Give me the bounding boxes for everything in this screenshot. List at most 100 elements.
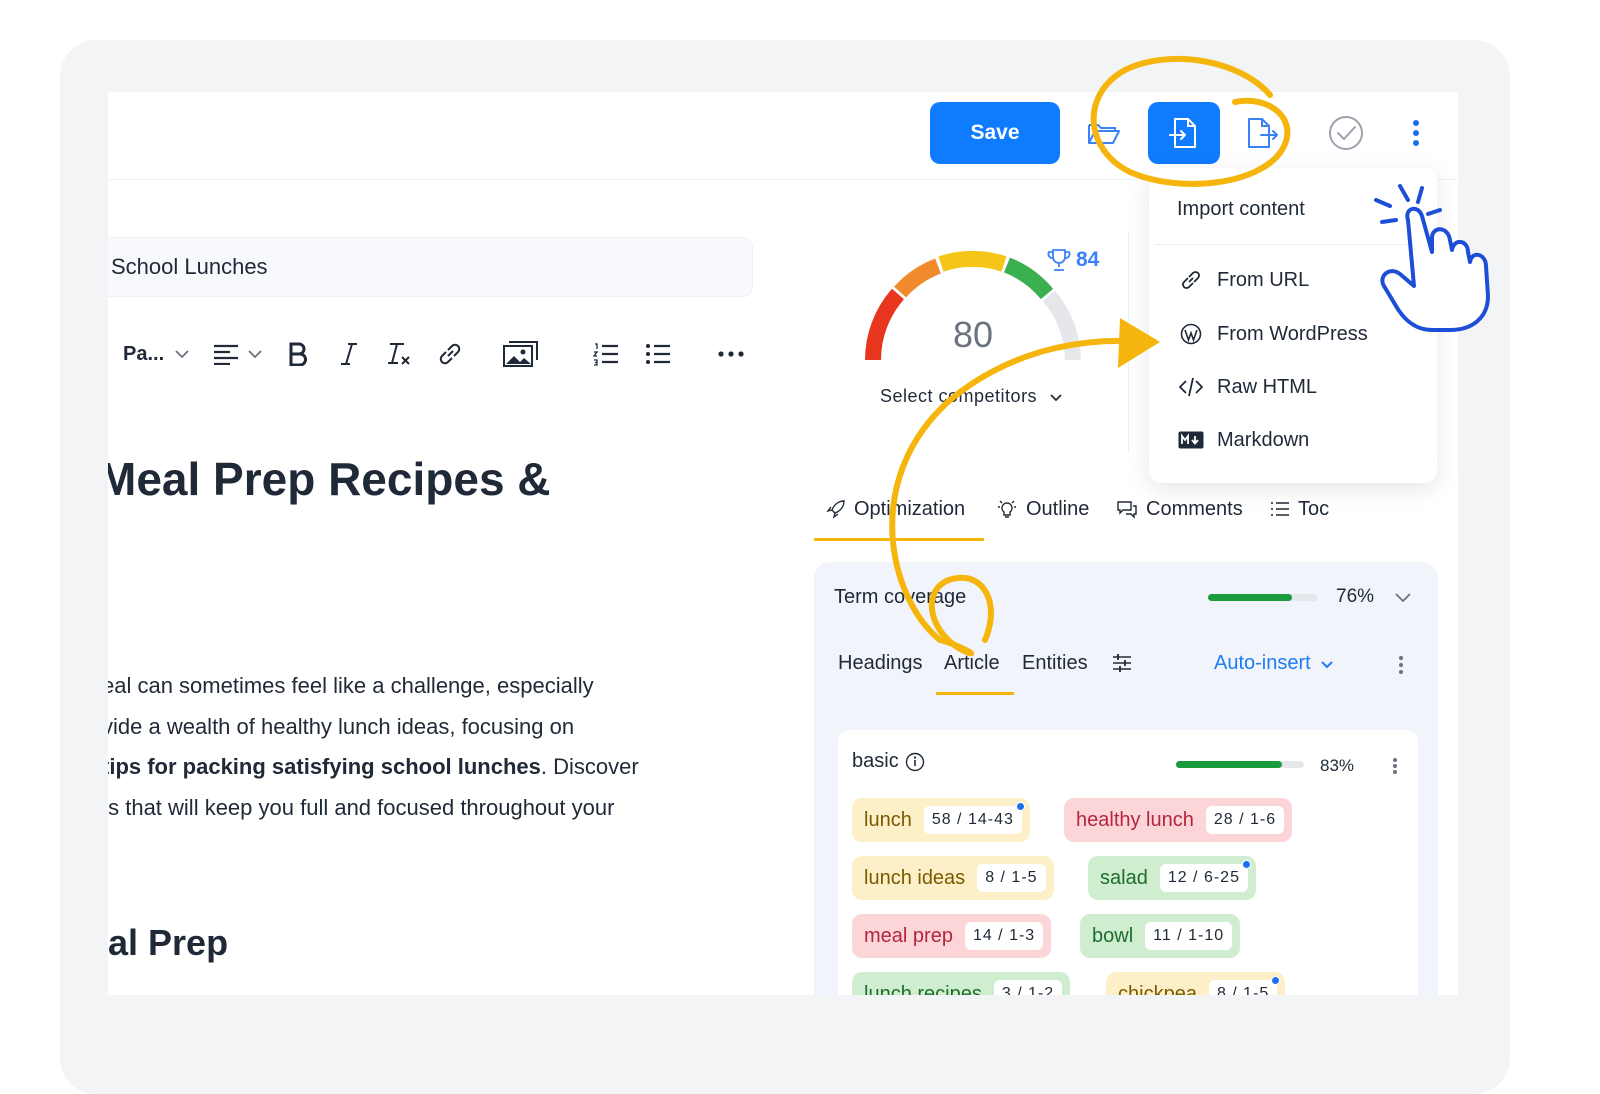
term-count: 8 / 1-5	[1208, 976, 1281, 995]
top-bar: Save	[108, 92, 1458, 180]
save-button[interactable]: Save	[930, 102, 1060, 164]
dot	[1399, 670, 1403, 674]
import-button[interactable]	[1148, 102, 1220, 164]
ordered-list-button[interactable]	[593, 332, 619, 376]
link-button[interactable]	[436, 332, 464, 376]
used-indicator-dot	[1241, 860, 1251, 869]
clear-format-button[interactable]	[386, 332, 412, 376]
menu-item-from-url[interactable]: From URL	[1177, 262, 1309, 298]
ordered-list-icon	[593, 343, 618, 366]
term-group-menu-button[interactable]	[1392, 758, 1398, 776]
clear-format-icon	[388, 343, 410, 365]
import-content-menu: Import content From URL From WordPress R…	[1149, 168, 1437, 483]
image-gallery-icon	[503, 341, 538, 367]
align-left-icon	[214, 344, 238, 365]
term-coverage-bar	[1208, 594, 1318, 601]
open-folder-button[interactable]	[1068, 102, 1140, 164]
term-chip[interactable]: healthy lunch 28 / 1-6	[1064, 798, 1293, 842]
more-options-button[interactable]	[1380, 102, 1452, 164]
paragraph-line[interactable]: vide a wealth of healthy lunch ideas, fo…	[108, 714, 574, 740]
divider	[1128, 232, 1129, 452]
dot	[1399, 663, 1403, 667]
tab-label: Toc	[1298, 497, 1330, 520]
select-competitors-dropdown[interactable]: Select competitors	[880, 386, 1063, 407]
term-chip[interactable]: meal prep 14 / 1-3	[852, 914, 1052, 958]
target-score: 84	[1046, 248, 1099, 272]
info-icon[interactable]	[905, 752, 925, 772]
more-tools-button[interactable]	[718, 332, 744, 376]
term-group-name: basic	[852, 750, 925, 773]
menu-item-label: From URL	[1217, 268, 1310, 291]
term-chip[interactable]: chickpea 8 / 1-5	[1106, 972, 1286, 995]
chevron-down-icon[interactable]	[1394, 592, 1412, 603]
article-heading-1[interactable]: Meal Prep Recipes &	[108, 452, 551, 506]
bullet-list-icon	[646, 344, 670, 364]
tab-comments[interactable]: Comments	[1116, 492, 1243, 526]
subtab-headings[interactable]: Headings	[838, 652, 923, 675]
paragraph-line[interactable]: eal can sometimes feel like a challenge,…	[108, 673, 594, 699]
dot	[1393, 758, 1397, 762]
term-chip[interactable]: bowl 11 / 1-10	[1080, 914, 1241, 958]
used-indicator-dot	[1015, 802, 1025, 811]
term-count: 58 / 14-43	[923, 802, 1025, 834]
link-icon	[1182, 271, 1200, 289]
paragraph-line[interactable]: ıs that will keep you full and focused t…	[108, 795, 614, 821]
tab-outline[interactable]: Outline	[996, 492, 1089, 526]
term-group-label: basic	[852, 750, 899, 772]
term-coverage-fill	[1208, 594, 1292, 601]
menu-item-markdown[interactable]: Markdown	[1177, 422, 1309, 458]
filter-sliders-icon[interactable]	[1112, 654, 1132, 672]
comments-icon	[1117, 501, 1137, 519]
term-chip[interactable]: salad 12 / 6-25	[1088, 856, 1256, 900]
bullet-list-button[interactable]	[645, 332, 671, 376]
formatting-toolbar: Pa...	[108, 332, 768, 376]
dot	[1393, 770, 1397, 774]
term-coverage-percent: 76%	[1336, 586, 1375, 607]
term-panel-menu-button[interactable]	[1398, 656, 1404, 676]
term-label: lunch	[864, 808, 912, 831]
italic-button[interactable]	[340, 332, 358, 376]
bold-button[interactable]	[288, 332, 308, 376]
paragraph-style-select[interactable]: Pa...	[123, 332, 190, 376]
term-chip[interactable]: lunch 58 / 14-43	[852, 798, 1030, 842]
tab-label: Optimization	[854, 497, 966, 520]
check-button[interactable]	[1310, 102, 1382, 164]
term-label: salad	[1100, 866, 1148, 889]
export-button[interactable]	[1226, 102, 1298, 164]
term-coverage-panel: Term coverage 76% Headings Article Entit…	[814, 562, 1438, 995]
import-menu-title: Import content	[1177, 198, 1305, 220]
rocket-icon	[826, 500, 845, 519]
menu-item-raw-html[interactable]: Raw HTML	[1177, 369, 1317, 405]
menu-item-from-wordpress[interactable]: From WordPress	[1177, 316, 1368, 352]
check-circle-icon	[1329, 116, 1363, 150]
term-count: 3 / 1-2	[993, 980, 1063, 995]
term-count: 11 / 1-10	[1145, 922, 1233, 950]
divider	[1155, 244, 1425, 245]
auto-insert-dropdown[interactable]: Auto-insert	[1214, 652, 1334, 675]
term-count: 8 / 1-5	[977, 864, 1046, 892]
chevron-down-icon	[1321, 661, 1333, 669]
vertical-dots-icon	[1413, 120, 1419, 146]
italic-icon	[341, 343, 357, 365]
markdown-icon	[1178, 431, 1204, 449]
subtab-entities[interactable]: Entities	[1022, 652, 1088, 675]
tab-optimization[interactable]: Optimization	[826, 492, 965, 526]
used-indicator-dot	[1271, 976, 1281, 985]
chevron-down-icon	[248, 350, 262, 359]
article-title-input[interactable]: School Lunches	[108, 237, 753, 297]
paragraph-line[interactable]: tips for packing satisfying school lunch…	[108, 754, 639, 780]
term-chip[interactable]: lunch ideas 8 / 1-5	[852, 856, 1054, 900]
subtab-article[interactable]: Article	[944, 652, 1000, 675]
list-icon	[1271, 502, 1289, 516]
menu-item-label: Raw HTML	[1217, 375, 1318, 398]
article-heading-2[interactable]: al Prep	[108, 922, 228, 964]
insert-image-button[interactable]	[503, 332, 539, 376]
tab-toc[interactable]: Toc	[1270, 492, 1329, 526]
term-label: healthy lunch	[1076, 808, 1194, 831]
trophy-icon	[1047, 249, 1071, 271]
term-chip[interactable]: lunch recipes 3 / 1-2	[852, 972, 1071, 995]
active-subtab-indicator	[936, 692, 1014, 695]
paragraph-text: . Discover	[540, 754, 639, 779]
align-select[interactable]	[213, 332, 263, 376]
folder-open-icon	[1088, 124, 1120, 144]
